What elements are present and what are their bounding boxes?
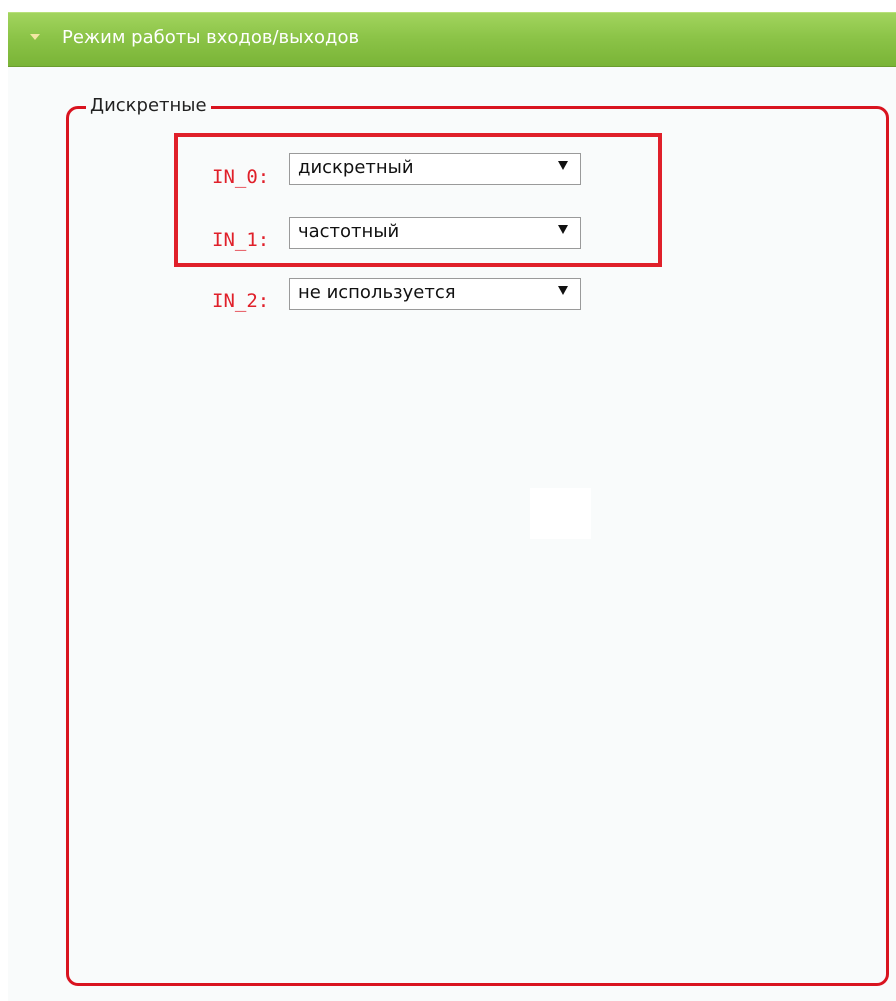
select-in0-value: дискретный: [298, 157, 414, 178]
dropdown-arrow-icon: [558, 286, 568, 295]
dropdown-arrow-icon: [558, 225, 568, 234]
input-label-in1: IN_1:: [212, 229, 270, 251]
select-in2-value: не используется: [298, 282, 456, 303]
blank-area: [530, 488, 591, 539]
fieldset-legend: Дискретные: [86, 95, 211, 117]
select-in0-mode[interactable]: дискретный: [289, 153, 581, 185]
input-label-in2: IN_2:: [212, 290, 270, 312]
select-in1-value: частотный: [298, 221, 400, 242]
dropdown-arrow-icon: [558, 161, 568, 170]
select-in1-mode[interactable]: частотный: [289, 217, 581, 249]
select-in2-mode[interactable]: не используется: [289, 278, 581, 310]
page: Режим работы входов/выходов Дискретные I…: [0, 0, 896, 1001]
triangle-down-icon[interactable]: [30, 34, 40, 40]
section-title: Режим работы входов/выходов: [62, 27, 360, 48]
section-header[interactable]: Режим работы входов/выходов: [8, 12, 896, 67]
input-label-in0: IN_0:: [212, 166, 270, 188]
